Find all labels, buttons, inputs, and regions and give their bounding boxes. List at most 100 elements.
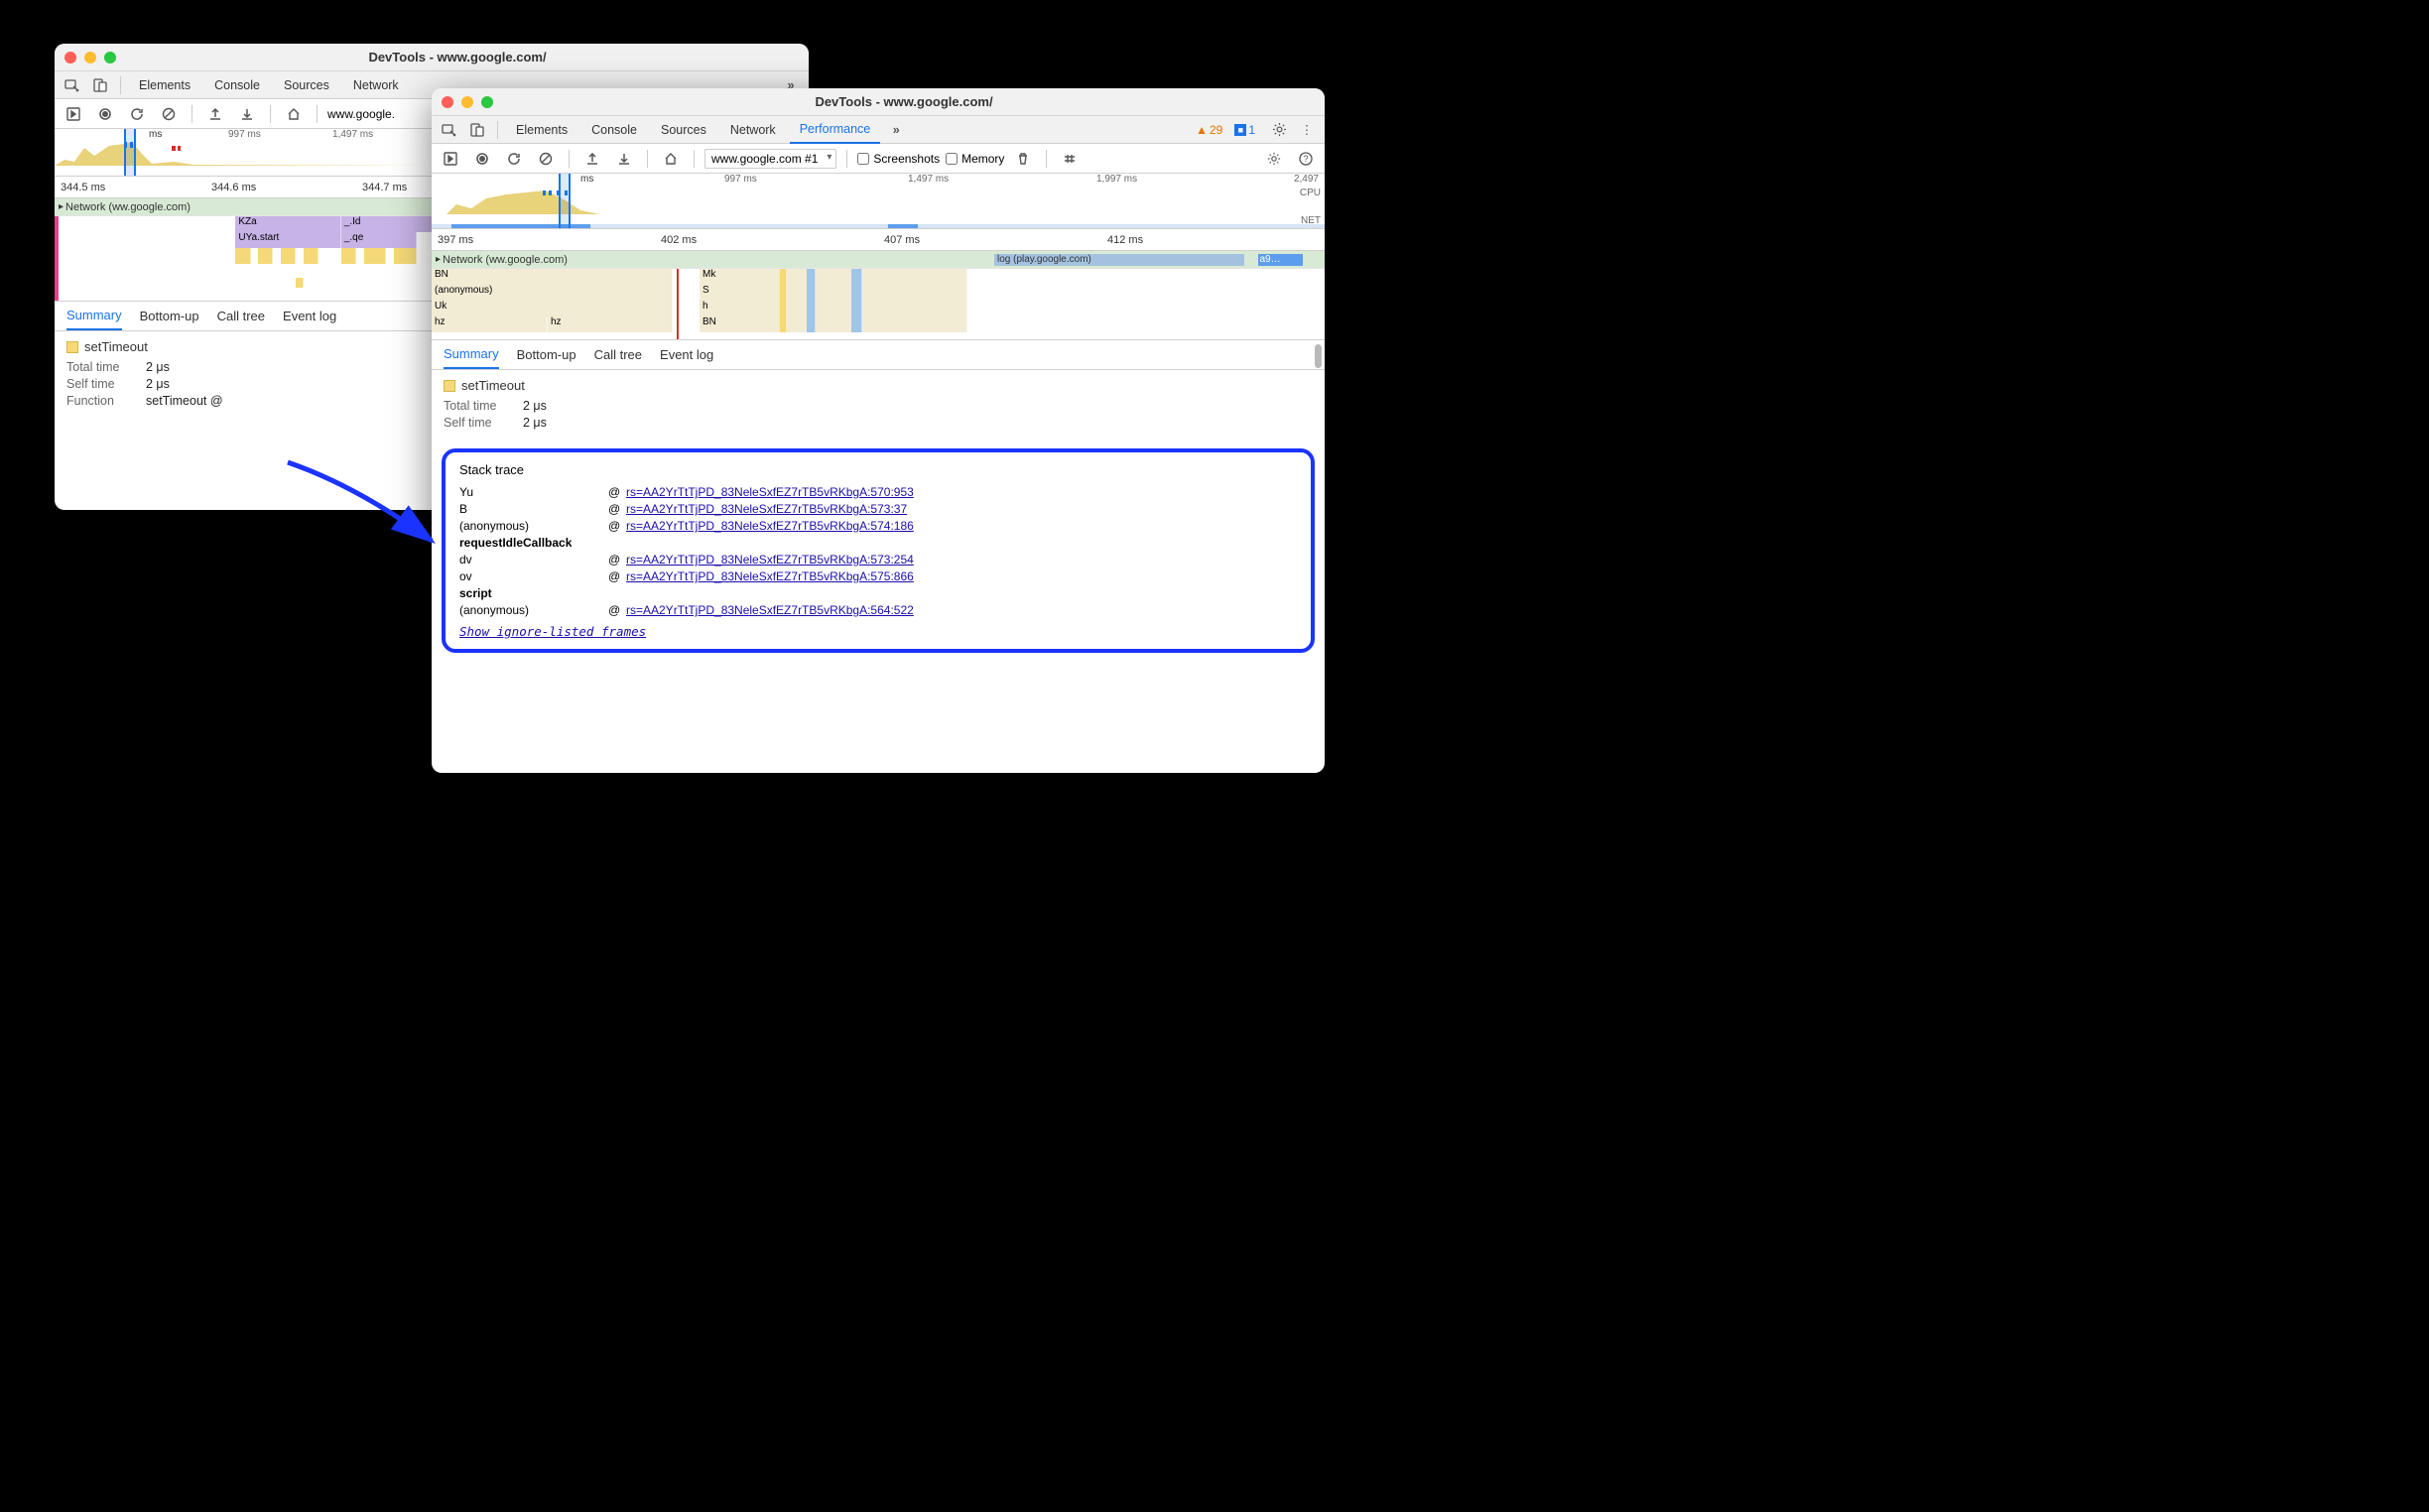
- flame-bar[interactable]: [780, 316, 787, 332]
- recording-select[interactable]: www.google.com #1: [704, 149, 836, 169]
- tab-console[interactable]: Console: [204, 71, 270, 99]
- more-tabs-icon[interactable]: »: [884, 118, 908, 142]
- gear-icon[interactable]: [1267, 118, 1291, 142]
- record-icon[interactable]: [92, 101, 118, 127]
- flame-bar[interactable]: hz: [432, 316, 548, 332]
- flame-bar[interactable]: KZa: [235, 216, 340, 232]
- stack-source-link[interactable]: rs=AA2YrTtTjPD_83NeleSxfEZ7rTB5vRKbgA:57…: [626, 502, 907, 516]
- gc-icon[interactable]: [1010, 146, 1036, 172]
- tab-elements[interactable]: Elements: [129, 71, 200, 99]
- flame-bar[interactable]: [304, 248, 319, 264]
- expand-icon[interactable]: ▸: [436, 254, 441, 265]
- subtab-calltree[interactable]: Call tree: [217, 303, 265, 329]
- subtab-bottomup[interactable]: Bottom-up: [140, 303, 199, 329]
- subtab-eventlog[interactable]: Event log: [660, 341, 713, 368]
- stack-source-link[interactable]: rs=AA2YrTtTjPD_83NeleSxfEZ7rTB5vRKbgA:56…: [626, 603, 914, 617]
- flame-bar[interactable]: [851, 269, 862, 285]
- close-icon[interactable]: [442, 96, 453, 108]
- close-icon[interactable]: [64, 52, 76, 63]
- flame-bar[interactable]: BN: [700, 316, 967, 332]
- tab-console[interactable]: Console: [581, 116, 647, 144]
- flame-bar[interactable]: [258, 248, 273, 264]
- flame-bar[interactable]: [235, 248, 250, 264]
- flame-bar[interactable]: [807, 269, 816, 285]
- inspect-icon[interactable]: [438, 118, 461, 142]
- overview-timeline[interactable]: ms 997 ms 1,497 ms 1,997 ms 2,497 CPU NE…: [432, 174, 1325, 229]
- kebab-icon[interactable]: ⋮: [1295, 118, 1319, 142]
- expand-icon[interactable]: ▸: [59, 201, 64, 212]
- screenshots-checkbox[interactable]: Screenshots: [857, 152, 940, 166]
- show-ignored-frames-link[interactable]: Show ignore-listed frames: [459, 624, 646, 639]
- stack-source-link[interactable]: rs=AA2YrTtTjPD_83NeleSxfEZ7rTB5vRKbgA:57…: [626, 553, 914, 567]
- maximize-icon[interactable]: [481, 96, 493, 108]
- subtab-bottomup[interactable]: Bottom-up: [517, 341, 576, 368]
- flame-bar[interactable]: _.qe: [341, 232, 417, 248]
- flame-chart[interactable]: BNMk(anonymous)SUkhhzhzBN: [432, 269, 1325, 340]
- home-icon[interactable]: [281, 101, 307, 127]
- home-icon[interactable]: [658, 146, 684, 172]
- device-icon[interactable]: [465, 118, 489, 142]
- gear-icon[interactable]: [1261, 146, 1287, 172]
- tab-performance[interactable]: Performance: [790, 116, 881, 144]
- clear-icon[interactable]: [533, 146, 559, 172]
- reload-icon[interactable]: [124, 101, 150, 127]
- flame-bar[interactable]: [341, 248, 356, 264]
- flame-bar[interactable]: [281, 248, 296, 264]
- download-icon[interactable]: [234, 101, 260, 127]
- memory-checkbox[interactable]: Memory: [946, 152, 1004, 166]
- maximize-icon[interactable]: [104, 52, 116, 63]
- device-icon[interactable]: [88, 73, 112, 97]
- stack-source-link[interactable]: rs=AA2YrTtTjPD_83NeleSxfEZ7rTB5vRKbgA:57…: [626, 569, 914, 583]
- flame-bar[interactable]: (anonymous): [432, 285, 673, 301]
- subtab-calltree[interactable]: Call tree: [594, 341, 642, 368]
- toggle-drawer-icon[interactable]: [438, 146, 463, 172]
- flame-bar[interactable]: [807, 316, 816, 332]
- help-icon[interactable]: ?: [1293, 146, 1319, 172]
- reload-icon[interactable]: [501, 146, 527, 172]
- flame-bar[interactable]: [364, 248, 387, 264]
- flame-bar[interactable]: [296, 278, 304, 288]
- network-track[interactable]: ▸ Network (ww.google.com) log (play.goog…: [432, 251, 1325, 269]
- stack-source-link[interactable]: rs=AA2YrTtTjPD_83NeleSxfEZ7rTB5vRKbgA:57…: [626, 519, 914, 533]
- subtab-eventlog[interactable]: Event log: [283, 303, 336, 329]
- subtab-summary[interactable]: Summary: [444, 340, 499, 369]
- tab-sources[interactable]: Sources: [651, 116, 716, 144]
- flame-bar[interactable]: Uk: [432, 301, 673, 316]
- flame-bar[interactable]: [851, 301, 862, 316]
- flame-bar[interactable]: hz: [548, 316, 673, 332]
- stack-source-link[interactable]: rs=AA2YrTtTjPD_83NeleSxfEZ7rTB5vRKbgA:57…: [626, 485, 914, 499]
- network-bar[interactable]: a9…: [1258, 254, 1303, 266]
- inspect-icon[interactable]: [61, 73, 84, 97]
- issues-badge[interactable]: ■1: [1234, 123, 1255, 137]
- flame-bar[interactable]: [851, 285, 862, 301]
- shortcuts-icon[interactable]: [1057, 146, 1083, 172]
- clear-icon[interactable]: [156, 101, 182, 127]
- upload-icon[interactable]: [202, 101, 228, 127]
- download-icon[interactable]: [611, 146, 637, 172]
- flame-bar[interactable]: h: [700, 301, 967, 316]
- flame-bar[interactable]: BN: [432, 269, 673, 285]
- minimize-icon[interactable]: [84, 52, 96, 63]
- flame-bar[interactable]: [394, 248, 417, 264]
- flame-bar[interactable]: UYa.start: [235, 232, 340, 248]
- flame-bar[interactable]: [807, 285, 816, 301]
- overview-window-handle[interactable]: [559, 174, 571, 228]
- flame-scrollbar[interactable]: [1315, 342, 1323, 461]
- flame-bar[interactable]: [780, 269, 787, 285]
- record-icon[interactable]: [469, 146, 495, 172]
- tab-sources[interactable]: Sources: [274, 71, 339, 99]
- flame-bar[interactable]: [780, 301, 787, 316]
- flame-bar[interactable]: Mk: [700, 269, 967, 285]
- warnings-badge[interactable]: ▲29: [1196, 123, 1222, 137]
- overview-window-handle[interactable]: [124, 129, 136, 176]
- flame-bar[interactable]: [807, 301, 816, 316]
- network-bar[interactable]: log (play.google.com): [994, 254, 1244, 266]
- tab-elements[interactable]: Elements: [506, 116, 577, 144]
- flame-bar[interactable]: [780, 285, 787, 301]
- recording-select-truncated[interactable]: www.google.: [327, 107, 395, 121]
- subtab-summary[interactable]: Summary: [66, 302, 122, 330]
- upload-icon[interactable]: [579, 146, 605, 172]
- minimize-icon[interactable]: [461, 96, 473, 108]
- tab-network[interactable]: Network: [720, 116, 786, 144]
- toggle-drawer-icon[interactable]: [61, 101, 86, 127]
